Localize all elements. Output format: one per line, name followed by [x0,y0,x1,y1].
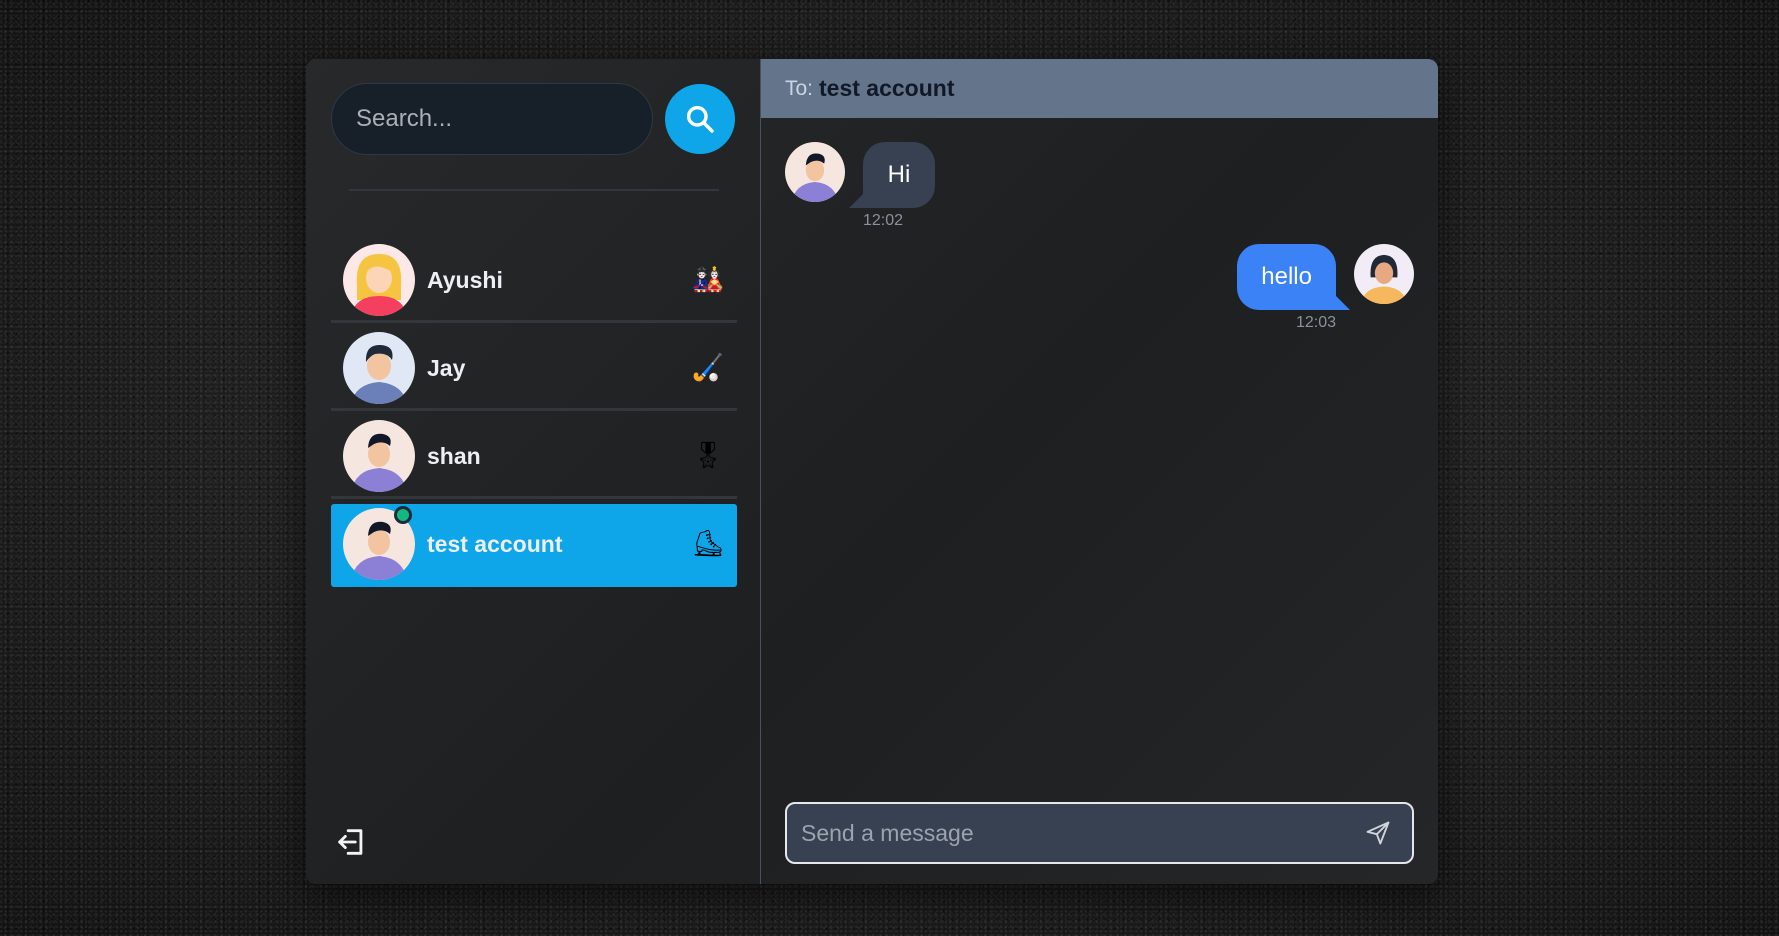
sidebar: Ayushi 🎎 Jay 🏑 [306,59,761,884]
message-bubble: Hi [849,142,935,208]
message-composer [785,802,1414,864]
contact-name: test account [427,530,563,557]
search-input[interactable] [331,83,653,155]
search-button[interactable] [665,84,735,154]
contact-item-ayushi[interactable]: Ayushi 🎎 [331,240,737,323]
chat-header: To: test account [761,59,1438,118]
avatar [343,420,415,492]
status-emoji: 🎎 [691,265,725,295]
bubble-wrap: hello 12:03 [1237,244,1350,332]
status-emoji: ⛸ [691,529,725,559]
send-button[interactable] [1358,813,1398,853]
contact-name: Ayushi [427,266,503,293]
contact-item-test-account[interactable]: test account ⛸ [331,504,737,587]
chat-app-window: Ayushi 🎎 Jay 🏑 [306,59,1438,884]
logout-button[interactable] [331,822,371,862]
avatar [1354,244,1414,304]
search-icon [686,105,714,133]
message-incoming: Hi 12:02 [785,142,935,230]
message-input[interactable] [801,819,1358,847]
status-emoji: 🎖 [691,441,725,471]
chat-pane: To: test account Hi 12:02 hello 12:03 Se… [761,59,1438,884]
send-icon [1366,821,1390,845]
sidebar-divider [349,189,719,191]
search-row [331,83,735,155]
recipient-name: test account [819,75,955,101]
message-time: 12:02 [863,212,904,229]
message-time: 12:03 [1295,314,1336,331]
bubble-wrap: Hi 12:02 [849,142,935,230]
to-label: To: [785,76,814,100]
contact-name: shan [427,442,481,469]
contact-item-jay[interactable]: Jay 🏑 [331,328,737,411]
avatar [785,142,845,202]
contact-list: Ayushi 🎎 Jay 🏑 shan 🎖 test account ⛸ [331,240,737,592]
contact-item-shan[interactable]: shan 🎖 [331,416,737,499]
online-indicator [394,506,412,524]
message-bubble: hello [1237,244,1350,310]
message-outgoing: hello 12:03 [1237,244,1414,332]
avatar [343,332,415,404]
status-emoji: 🏑 [691,353,725,383]
avatar [343,244,415,316]
logout-icon [338,829,363,855]
contact-name: Jay [427,354,466,381]
